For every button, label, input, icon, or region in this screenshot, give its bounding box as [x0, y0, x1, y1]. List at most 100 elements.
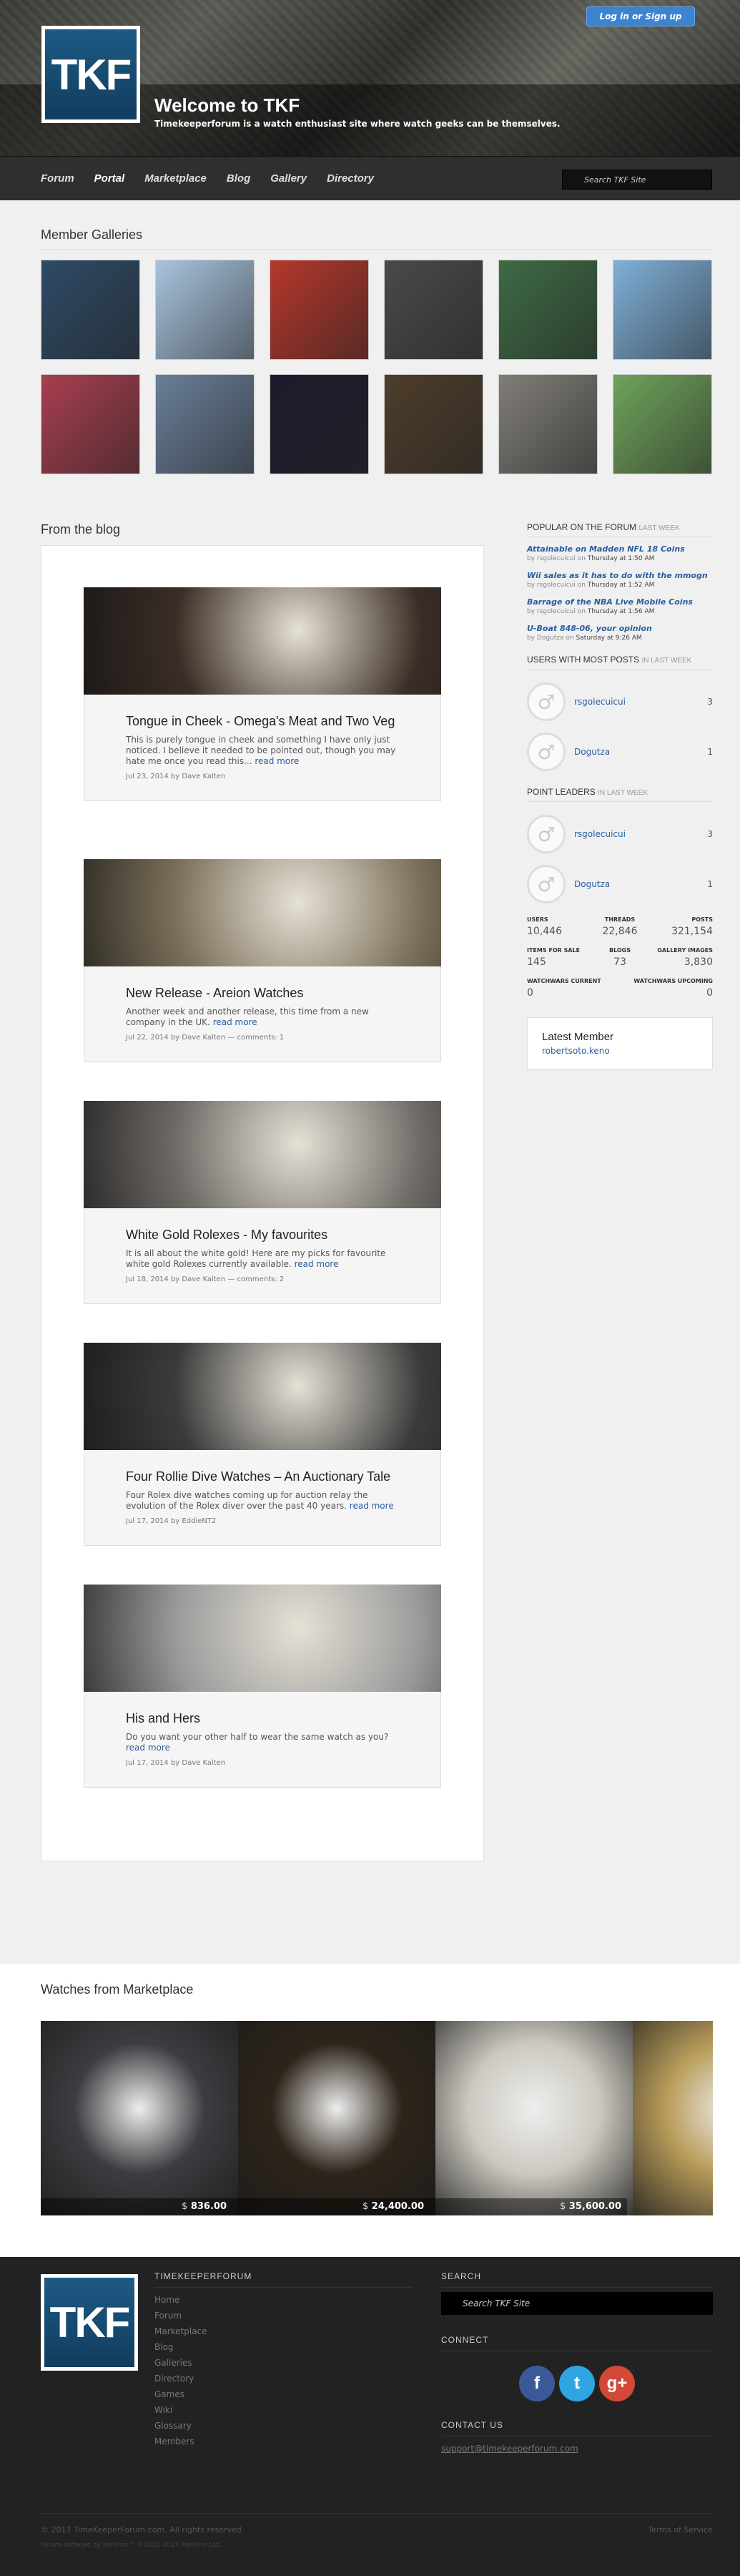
footer-logo[interactable]: TKF: [41, 2274, 138, 2371]
nav-item-portal[interactable]: Portal: [94, 172, 125, 185]
blog-post-body: His and Hers Do you want your other half …: [84, 1692, 441, 1788]
gallery-thumbnail[interactable]: [384, 260, 483, 360]
gallery-thumbnail[interactable]: [41, 374, 140, 474]
social-icons: f t g+: [441, 2366, 713, 2401]
stat-label: Blogs: [608, 947, 631, 954]
footer-link-forum[interactable]: Forum: [154, 2308, 412, 2323]
user-name-link[interactable]: Dogutza: [574, 879, 707, 889]
footer-link-blog[interactable]: Blog: [154, 2339, 412, 2355]
nav-item-blog[interactable]: Blog: [227, 172, 250, 185]
blog-post-meta: Jul 18, 2014 by Dave Kalten — comments: …: [126, 1275, 285, 1283]
read-more-link[interactable]: read more: [126, 1743, 170, 1753]
gallery-thumbnail[interactable]: [41, 260, 140, 360]
gallery-thumbnail[interactable]: [155, 260, 255, 360]
footer-link-marketplace[interactable]: Marketplace: [154, 2323, 412, 2339]
blog-post-meta: Jul 22, 2014 by Dave Kalten — comments: …: [126, 1034, 285, 1042]
nav-item-marketplace[interactable]: Marketplace: [144, 172, 207, 185]
gallery-thumbnail[interactable]: [270, 374, 369, 474]
footer-bottom: © 2017 TimeKeeperForum.com. All rights r…: [41, 2513, 713, 2549]
terms-link[interactable]: Terms of Service: [648, 2525, 713, 2535]
facebook-icon[interactable]: f: [519, 2366, 555, 2401]
twitter-icon[interactable]: t: [559, 2366, 595, 2401]
gallery-thumbnail[interactable]: [613, 260, 712, 360]
gallery-grid: [41, 260, 713, 474]
stat-label: Posts: [691, 916, 713, 923]
blog-post-image[interactable]: [84, 1101, 441, 1208]
nav-search-input[interactable]: Search TKF Site: [562, 170, 712, 190]
price-currency: $: [362, 2201, 369, 2212]
nav-item-directory[interactable]: Directory: [327, 172, 374, 185]
avatar[interactable]: ♂: [527, 815, 566, 853]
blog-post-title[interactable]: Tongue in Cheek - Omega's Meat and Two V…: [126, 713, 399, 729]
footer-search-input[interactable]: Search TKF Site: [441, 2292, 713, 2315]
popular-thread: Wii sales as it has to do with the mmogn…: [527, 571, 713, 589]
footer-link-members[interactable]: Members: [154, 2434, 412, 2449]
marketplace-section: Watches from Marketplace $ 836.00 $ 24,40…: [0, 1964, 740, 2257]
read-more-link[interactable]: read more: [295, 1259, 339, 1269]
stat-label: Watchwars current: [527, 978, 601, 984]
marketplace-item[interactable]: $ 836.00: [41, 2021, 238, 2215]
read-more-link[interactable]: read more: [255, 756, 299, 766]
popular-thread-title[interactable]: Wii sales as it has to do with the mmogn: [527, 571, 713, 580]
site-logo[interactable]: TKF: [41, 26, 140, 123]
gallery-thumbnail[interactable]: [613, 374, 712, 474]
footer-contact-title: CONTACT US: [441, 2420, 713, 2437]
gallery-thumbnail[interactable]: [498, 374, 598, 474]
user-name-link[interactable]: Dogutza: [574, 747, 707, 757]
nav-item-gallery[interactable]: Gallery: [270, 172, 307, 185]
gallery-thumbnail[interactable]: [384, 374, 483, 474]
stat: Items for sale 145: [527, 947, 589, 968]
footer-link-directory[interactable]: Directory: [154, 2371, 412, 2386]
blog-post-image[interactable]: [84, 1343, 441, 1450]
stat: Posts 321,154: [651, 916, 713, 937]
avatar[interactable]: ♂: [527, 865, 566, 903]
footer-link-galleries[interactable]: Galleries: [154, 2355, 412, 2371]
blog-post-title[interactable]: Four Rollie Dive Watches – An Auctionary…: [126, 1469, 399, 1484]
footer-link-wiki[interactable]: Wiki: [154, 2402, 412, 2418]
user-name-link[interactable]: rsgolecuicui: [574, 829, 707, 839]
thread-time: Saturday at 9:26 AM: [576, 635, 642, 642]
blog-post-meta: Jul 17, 2014 by EddieNT2: [126, 1517, 217, 1525]
marketplace-item[interactable]: $ 35,600.00: [430, 2021, 633, 2215]
user-name-link[interactable]: rsgolecuicui: [574, 697, 707, 707]
read-more-link[interactable]: read more: [213, 1017, 257, 1027]
blog-post: White Gold Rolexes - My favourites It is …: [84, 1101, 441, 1304]
popular-thread-title[interactable]: Barrage of the NBA Live Mobile Coins: [527, 597, 713, 607]
thread-time: Thursday at 1:50 AM: [587, 555, 655, 562]
blog-post-title[interactable]: White Gold Rolexes - My favourites: [126, 1227, 399, 1243]
member-galleries-title: Member Galleries: [41, 227, 713, 250]
thread-author: by rsgolecuicui on: [527, 608, 586, 615]
latest-member-link[interactable]: robertsoto.keno: [542, 1046, 610, 1056]
contact-email-link[interactable]: support@timekeeperforum.com: [441, 2444, 713, 2454]
marketplace-item[interactable]: $ 24,400.00: [232, 2021, 435, 2215]
avatar[interactable]: ♂: [527, 682, 566, 721]
popular-thread-title[interactable]: Attainable on Madden NFL 18 Coins: [527, 544, 713, 554]
popular-heading: Popular on the forum last week: [527, 522, 713, 537]
user-row: ♂ Dogutza 1: [527, 727, 713, 777]
popular-thread: Attainable on Madden NFL 18 Coins by rsgo…: [527, 544, 713, 562]
popular-thread-title[interactable]: U-Boat 848-06, your opinion: [527, 624, 713, 633]
footer-link-glossary[interactable]: Glossary: [154, 2418, 412, 2434]
blog-post-title[interactable]: New Release - Areion Watches: [126, 985, 399, 1001]
blog-post-image[interactable]: [84, 859, 441, 966]
blog-post: New Release - Areion Watches Another week…: [84, 859, 441, 1062]
nav-item-forum[interactable]: Forum: [41, 172, 74, 185]
blog-post-image[interactable]: [84, 587, 441, 695]
read-more-link[interactable]: read more: [350, 1501, 394, 1511]
blog-post-excerpt: This is purely tongue in cheek and somet…: [126, 735, 399, 767]
footer-link-games[interactable]: Games: [154, 2386, 412, 2402]
login-signup-button[interactable]: Log in or Sign up: [586, 6, 695, 26]
avatar[interactable]: ♂: [527, 733, 566, 771]
gallery-thumbnail[interactable]: [270, 260, 369, 360]
blog-post-meta: Jul 17, 2014 by Dave Kalten: [126, 1759, 226, 1767]
google-plus-icon[interactable]: g+: [599, 2366, 635, 2401]
marketplace-item[interactable]: [633, 2021, 713, 2215]
gallery-thumbnail[interactable]: [498, 260, 598, 360]
blog-post-body: Four Rollie Dive Watches – An Auctionary…: [84, 1450, 441, 1546]
blog-post-image[interactable]: [84, 1585, 441, 1692]
gallery-thumbnail[interactable]: [155, 374, 255, 474]
blog-post-title[interactable]: His and Hers: [126, 1710, 399, 1726]
popular-thread-meta: by rsgolecuicui on Thursday at 1:50 AM: [527, 555, 713, 562]
stat: Blogs 73: [589, 947, 651, 968]
footer-link-home[interactable]: Home: [154, 2292, 412, 2308]
